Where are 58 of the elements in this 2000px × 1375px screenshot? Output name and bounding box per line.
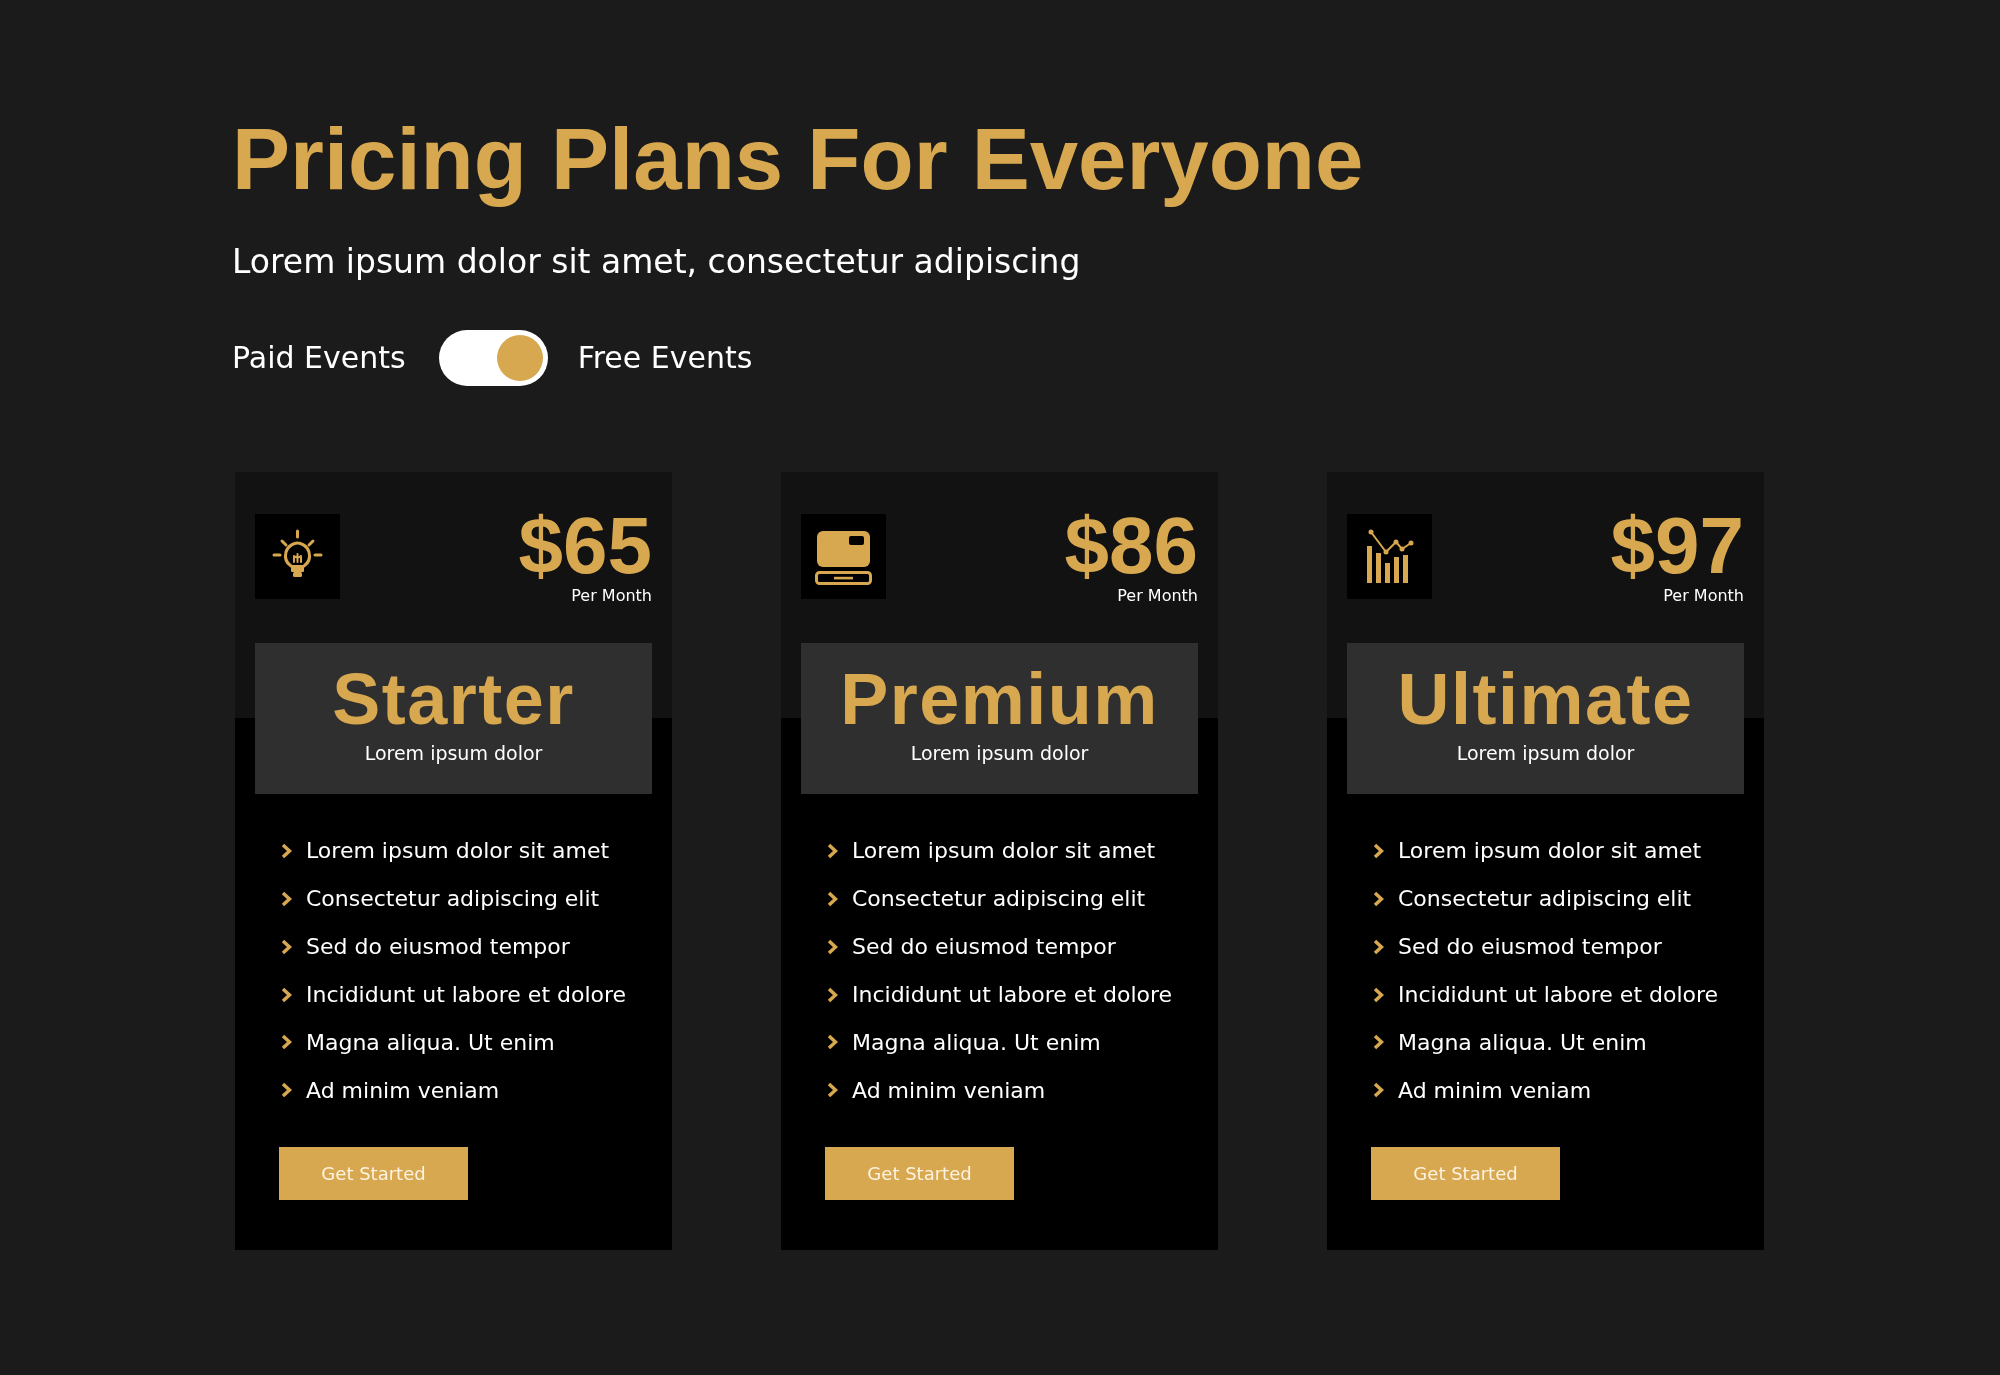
period-label: Per Month bbox=[1663, 585, 1744, 605]
plan-tagline: Lorem ipsum dolor bbox=[1455, 742, 1636, 766]
chevron-icon bbox=[827, 1082, 838, 1099]
bar-chart-icon bbox=[1347, 513, 1432, 599]
price-text: $97 bbox=[1610, 505, 1744, 586]
chevron-icon bbox=[1373, 842, 1384, 859]
chevron-icon bbox=[1373, 890, 1384, 907]
plan-name: Premium bbox=[839, 661, 1160, 738]
get-started-button[interactable]: Get Started bbox=[1371, 1146, 1560, 1200]
feature-text: Magna aliqua. Ut enim bbox=[1398, 1029, 1647, 1056]
feature-text: Ad minim veniam bbox=[1398, 1077, 1592, 1103]
get-started-button[interactable]: Get Started bbox=[279, 1146, 468, 1200]
toggle-label: Free Events bbox=[577, 339, 753, 376]
feature-text: Ad minim veniam bbox=[306, 1077, 500, 1103]
feature-text: Incididunt ut labore et dolore bbox=[852, 981, 1173, 1008]
chevron-icon bbox=[827, 1034, 838, 1051]
feature-text: Sed do eiusmod tempor bbox=[306, 934, 570, 960]
toggle-label: Paid Events bbox=[232, 339, 406, 376]
plan-name: Ultimate bbox=[1396, 661, 1695, 738]
feature-text: Ad minim veniam bbox=[852, 1077, 1046, 1103]
page-title: Pricing Plans For Everyone bbox=[232, 109, 1364, 209]
plan-tagline: Lorem ipsum dolor bbox=[363, 742, 544, 766]
feature-text: Lorem ipsum dolor sit amet bbox=[852, 838, 1156, 864]
chevron-icon bbox=[281, 986, 292, 1003]
feature-text: Lorem ipsum dolor sit amet bbox=[1398, 838, 1702, 864]
feature-text: Consectetur adipiscing elit bbox=[306, 886, 600, 912]
price-text: $65 bbox=[518, 505, 652, 586]
feature-text: Incididunt ut labore et dolore bbox=[1398, 981, 1719, 1008]
period-label: Per Month bbox=[571, 585, 652, 605]
chevron-icon bbox=[1373, 1034, 1384, 1051]
period-label: Per Month bbox=[1117, 585, 1198, 605]
chevron-icon bbox=[281, 1034, 292, 1051]
chevron-icon bbox=[1373, 986, 1384, 1003]
feature-text: Magna aliqua. Ut enim bbox=[852, 1029, 1101, 1056]
feature-text: Sed do eiusmod tempor bbox=[1398, 934, 1662, 960]
chevron-icon bbox=[281, 1082, 292, 1099]
lightbulb-icon bbox=[255, 513, 340, 599]
price-text: $86 bbox=[1064, 505, 1198, 586]
plan-tagline: Lorem ipsum dolor bbox=[909, 742, 1090, 766]
feature-text: Consectetur adipiscing elit bbox=[1398, 886, 1692, 912]
chevron-icon bbox=[281, 938, 292, 955]
feature-text: Incididunt ut labore et dolore bbox=[306, 981, 627, 1008]
feature-text: Consectetur adipiscing elit bbox=[852, 886, 1146, 912]
get-started-button[interactable]: Get Started bbox=[825, 1146, 1014, 1200]
chevron-icon bbox=[827, 938, 838, 955]
chevron-icon bbox=[1373, 938, 1384, 955]
chevron-icon bbox=[1373, 1082, 1384, 1099]
feature-text: Sed do eiusmod tempor bbox=[852, 934, 1116, 960]
chevron-icon bbox=[827, 890, 838, 907]
plan-name: Starter bbox=[331, 661, 576, 738]
page-subtitle: Lorem ipsum dolor sit amet, consectetur adipiscing bbox=[232, 242, 1081, 282]
chevron-icon bbox=[827, 986, 838, 1003]
feature-text: Lorem ipsum dolor sit amet bbox=[306, 838, 610, 864]
chevron-icon bbox=[281, 842, 292, 859]
chevron-icon bbox=[827, 842, 838, 859]
chevron-icon bbox=[281, 890, 292, 907]
feature-text: Magna aliqua. Ut enim bbox=[306, 1029, 555, 1056]
computer-icon bbox=[801, 513, 886, 599]
